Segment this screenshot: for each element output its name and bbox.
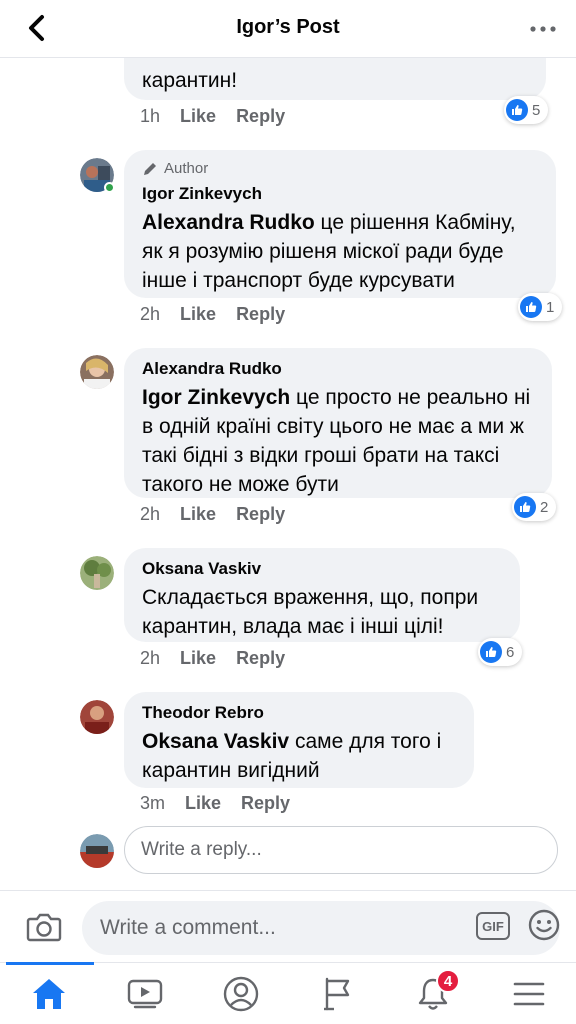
comment-time: 2h (140, 504, 161, 524)
like-button[interactable]: Like (185, 793, 221, 814)
avatar-image (80, 355, 114, 389)
notification-badge: 4 (436, 969, 460, 993)
gif-button[interactable]: GIF (476, 912, 510, 940)
avatar[interactable] (80, 700, 114, 734)
profile-icon (223, 976, 259, 1012)
avatar-image (80, 834, 114, 868)
tab-pages[interactable] (292, 963, 382, 1024)
reply-button[interactable]: Reply (236, 504, 285, 525)
flag-icon (324, 977, 350, 1011)
pencil-icon (144, 162, 156, 175)
like-reaction-icon (514, 496, 536, 518)
tab-notifications[interactable]: 4 (388, 963, 478, 1024)
reaction-count[interactable]: 2 (512, 493, 557, 521)
comment-actions: 2h Like Reply (140, 304, 305, 325)
more-dots-icon (530, 26, 556, 32)
reaction-number: 6 (506, 643, 515, 661)
reaction-count[interactable]: 1 (518, 293, 563, 321)
avatar-image (80, 700, 114, 734)
comment-bubble[interactable]: Theodor Rebro Oksana Vaskiv саме для тог… (124, 692, 474, 788)
comment-text: карантин! (142, 69, 238, 92)
avatar[interactable] (80, 158, 115, 193)
smiley-icon (528, 909, 560, 941)
tab-menu[interactable] (484, 963, 574, 1024)
tab-profile[interactable] (196, 963, 286, 1024)
post-header: Igor’s Post (0, 0, 576, 58)
reply-input[interactable]: Write a reply... (124, 826, 558, 874)
comment-author-name[interactable]: Theodor Rebro (142, 702, 456, 724)
comments-list: карантин! 1h Like Reply 5 Author Igor Zi… (0, 58, 576, 890)
avatar[interactable] (80, 556, 114, 590)
reply-button[interactable]: Reply (236, 304, 285, 325)
more-options-button[interactable] (526, 14, 560, 44)
comment-placeholder: Write a comment... (100, 916, 276, 939)
like-button[interactable]: Like (180, 504, 216, 525)
comment-time: 2h (140, 304, 161, 324)
comment-composer: Write a comment... GIF (0, 890, 576, 962)
comment-text: Alexandra Rudko це рішення Кабміну, як я… (142, 208, 538, 295)
hamburger-menu-icon (513, 982, 545, 1006)
comment-actions: 1h Like Reply (140, 106, 305, 127)
page-title: Igor’s Post (236, 16, 340, 38)
mention-link[interactable]: Oksana Vaskiv (142, 730, 289, 753)
comment-author-name[interactable]: Oksana Vaskiv (142, 558, 502, 580)
comment-time: 1h (140, 106, 161, 126)
comment-text: Складається враження, що, попри карантин… (142, 586, 479, 638)
reply-button[interactable]: Reply (236, 648, 285, 669)
author-badge: Author (142, 160, 538, 177)
tab-watch[interactable] (100, 963, 190, 1024)
avatar-image (80, 556, 114, 590)
comment-actions: 2h Like Reply (140, 648, 305, 669)
avatar[interactable] (80, 355, 114, 389)
online-status-indicator (104, 182, 115, 193)
reply-button[interactable]: Reply (236, 106, 285, 127)
comment-time: 2h (140, 648, 161, 668)
like-button[interactable]: Like (180, 304, 216, 325)
camera-button[interactable] (24, 907, 64, 947)
comment-bubble[interactable]: карантин! (124, 58, 546, 100)
reaction-count[interactable]: 6 (478, 638, 523, 666)
tab-home[interactable] (4, 963, 94, 1024)
comment-bubble[interactable]: Oksana Vaskiv Складається враження, що, … (124, 548, 520, 642)
comment-text: Igor Zinkevych це просто не реально ні в… (142, 383, 534, 499)
reaction-number: 5 (532, 101, 541, 119)
comment-bubble[interactable]: Alexandra Rudko Igor Zinkevych це просто… (124, 348, 552, 498)
mention-link[interactable]: Alexandra Rudko (142, 211, 315, 234)
reaction-number: 1 (546, 298, 555, 316)
emoji-button[interactable] (526, 907, 562, 943)
mention-link[interactable]: Igor Zinkevych (142, 386, 290, 409)
video-play-icon (127, 979, 163, 1009)
home-icon (33, 979, 65, 1009)
like-button[interactable]: Like (180, 648, 216, 669)
author-badge-label: Author (164, 160, 209, 177)
current-user-avatar (80, 834, 114, 868)
bottom-navigation: 4 (0, 962, 576, 1024)
comment-bubble[interactable]: Author Igor Zinkevych Alexandra Rudko це… (124, 150, 556, 298)
comment-actions: 2h Like Reply (140, 504, 305, 525)
comment-author-name[interactable]: Igor Zinkevych (142, 183, 538, 205)
comment-actions: 3m Like Reply (140, 793, 310, 814)
camera-icon (26, 913, 62, 942)
reply-placeholder: Write a reply... (141, 839, 262, 860)
comment-author-name[interactable]: Alexandra Rudko (142, 358, 534, 380)
like-reaction-icon (506, 99, 528, 121)
reply-button[interactable]: Reply (241, 793, 290, 814)
reaction-number: 2 (540, 498, 549, 516)
comment-time: 3m (140, 793, 166, 813)
like-reaction-icon (520, 296, 542, 318)
reaction-count[interactable]: 5 (504, 96, 549, 124)
like-reaction-icon (480, 641, 502, 663)
comment-text: Oksana Vaskiv саме для того і карантин в… (142, 727, 456, 785)
like-button[interactable]: Like (180, 106, 216, 127)
